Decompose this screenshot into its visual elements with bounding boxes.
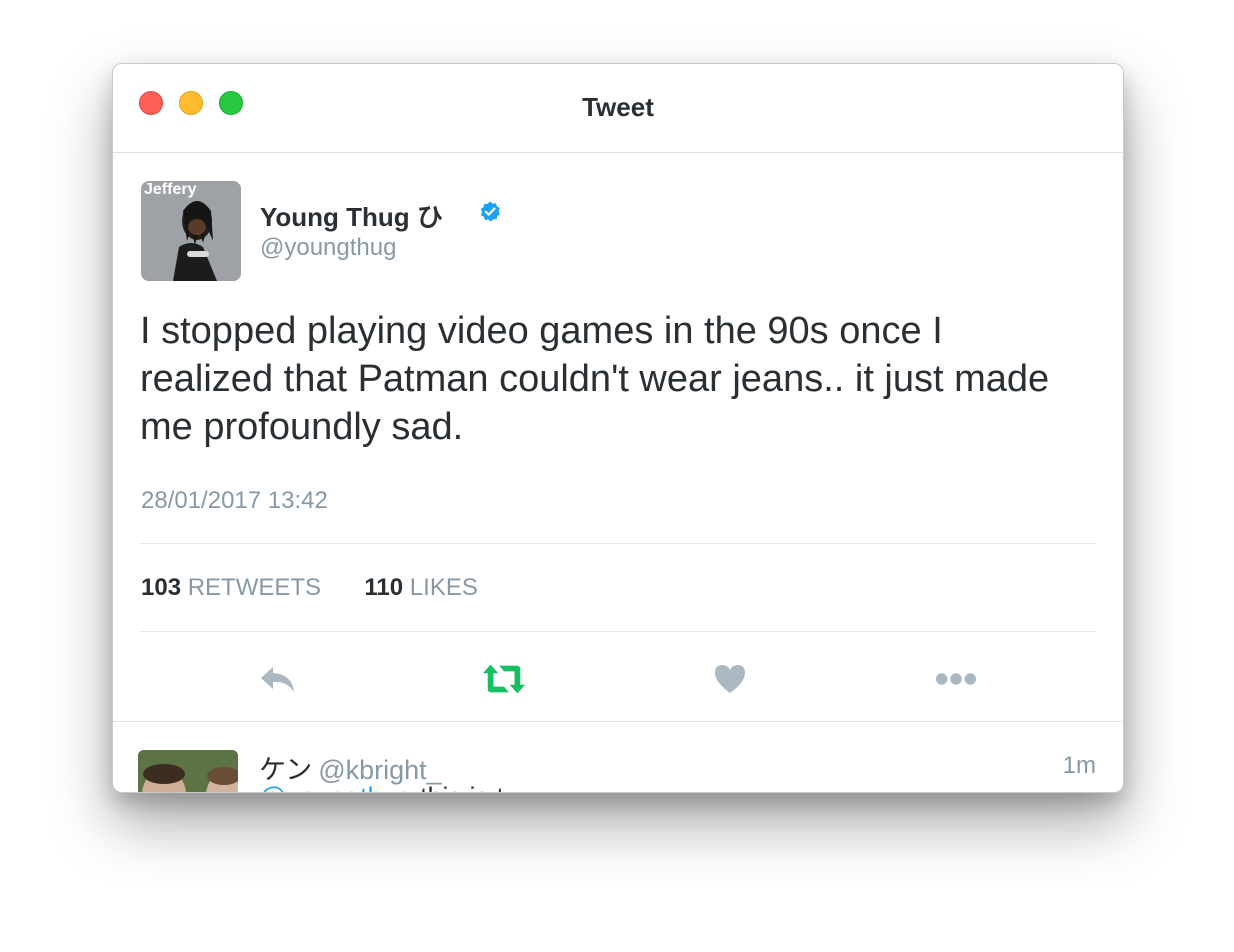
tweet-timestamp[interactable]: 28/01/2017 13:42 [141, 487, 328, 515]
reply-time: 1m [1062, 752, 1096, 779]
reply-handle: @kbright_ [318, 755, 442, 785]
reply-text-body: this is t [413, 782, 504, 792]
more-icon [935, 673, 977, 685]
reply-icon [261, 667, 294, 692]
reply-avatar[interactable] [138, 750, 238, 792]
reply-mention[interactable]: @youngthug [259, 782, 413, 792]
title-bar: Tweet [113, 64, 1123, 153]
avatar-caption: Jeffery [144, 181, 197, 198]
likes-label: LIKES [409, 574, 478, 601]
retweet-icon [482, 664, 526, 694]
likes-stat[interactable]: 110 LIKES [364, 574, 477, 601]
stats-top-divider [140, 543, 1095, 544]
reply-avatar-image [138, 750, 238, 792]
heart-icon [715, 665, 745, 693]
retweets-count: 103 [141, 574, 182, 601]
tweet-text: I stopped playing video games in the 90s… [140, 310, 1050, 448]
window-title: Tweet [582, 92, 654, 122]
retweet-button[interactable] [482, 662, 526, 696]
tweet-stats: 103 RETWEETS 110 LIKES [141, 574, 478, 602]
author-display-name[interactable]: Young Thug ひ [260, 197, 443, 234]
retweets-label: RETWEETS [187, 574, 322, 601]
reply-separator [113, 721, 1123, 722]
retweets-stat[interactable]: 103 RETWEETS [141, 574, 328, 601]
likes-count: 110 [364, 574, 404, 601]
author-avatar[interactable]: Jeffery [141, 181, 241, 281]
reply-text: @youngthug this is t [259, 782, 504, 792]
verified-badge-icon [480, 201, 500, 222]
like-button[interactable] [708, 662, 752, 696]
reply-button[interactable] [256, 662, 300, 696]
author-handle[interactable]: @youngthug [260, 234, 396, 262]
reply-display-name: ケン [259, 755, 313, 785]
more-button[interactable] [934, 662, 978, 696]
stats-bottom-divider [140, 631, 1095, 632]
tweet-window: Tweet Jeffery Young Thug ひ @youngthug I … [112, 63, 1124, 793]
